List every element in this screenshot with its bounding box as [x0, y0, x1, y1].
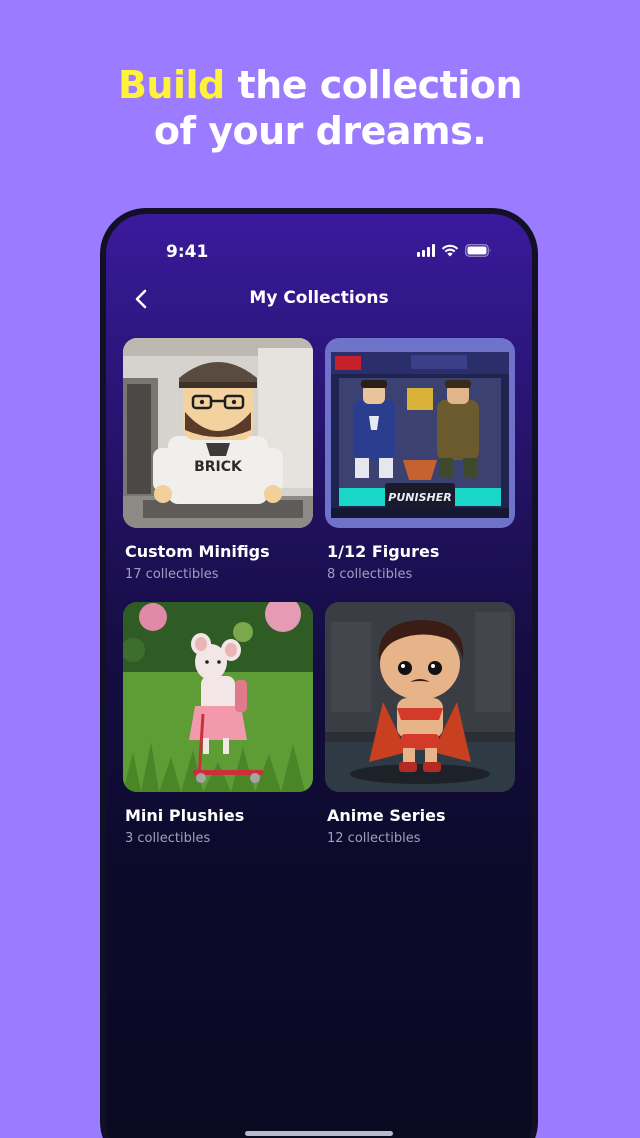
- collection-title: 1/12 Figures: [327, 542, 440, 561]
- collection-thumbnail: [325, 602, 515, 792]
- collection-thumbnail: PUNISHER: [325, 338, 515, 528]
- vinyl-figure-caped-image: [325, 602, 515, 792]
- headline-highlight: Build: [117, 63, 225, 107]
- home-indicator[interactable]: [245, 1131, 393, 1136]
- status-time: 9:41: [166, 242, 209, 262]
- collection-count: 17 collectibles: [125, 567, 219, 582]
- collection-card-mini-plushies[interactable]: Mini Plushies 3 collectibles: [123, 602, 313, 846]
- phone-frame: 9:41 My Collections BRICK Custom Minifig…: [100, 208, 538, 1138]
- collection-count: 3 collectibles: [125, 831, 211, 846]
- svg-text:PUNISHER: PUNISHER: [388, 491, 451, 504]
- collection-card-anime-series[interactable]: Anime Series 12 collectibles: [325, 602, 515, 846]
- status-bar: 9:41: [106, 240, 532, 264]
- battery-icon: [465, 244, 492, 257]
- collection-title: Anime Series: [327, 806, 446, 825]
- collection-count: 12 collectibles: [327, 831, 421, 846]
- collection-title: Mini Plushies: [125, 806, 245, 825]
- lego-minifig-image: BRICK: [123, 338, 313, 528]
- svg-text:BRICK: BRICK: [194, 459, 243, 475]
- headline-rest: the collection: [224, 63, 523, 107]
- collection-title: Custom Minifigs: [125, 542, 270, 561]
- headline-line-2: of your dreams.: [153, 109, 487, 153]
- navigation-bar: My Collections: [106, 284, 532, 314]
- collection-count: 8 collectibles: [327, 567, 413, 582]
- mouse-plush-on-grass-image: [123, 602, 313, 792]
- page-title: My Collections: [249, 288, 389, 308]
- boxed-action-figures-image: PUNISHER: [325, 338, 515, 528]
- app-screen: 9:41 My Collections BRICK Custom Minifig…: [106, 214, 532, 1138]
- marketing-headline: Build the collection of your dreams.: [0, 62, 640, 154]
- collection-card-1-12-figures[interactable]: PUNISHER 1/12 Figures 8 collectibles: [325, 338, 515, 582]
- status-icons: [417, 244, 492, 257]
- cellular-signal-icon: [417, 244, 435, 257]
- collection-thumbnail: [123, 602, 313, 792]
- collection-thumbnail: BRICK: [123, 338, 313, 528]
- wifi-icon: [441, 244, 459, 257]
- collection-card-custom-minifigs[interactable]: BRICK Custom Minifigs 17 collectibles: [123, 338, 313, 582]
